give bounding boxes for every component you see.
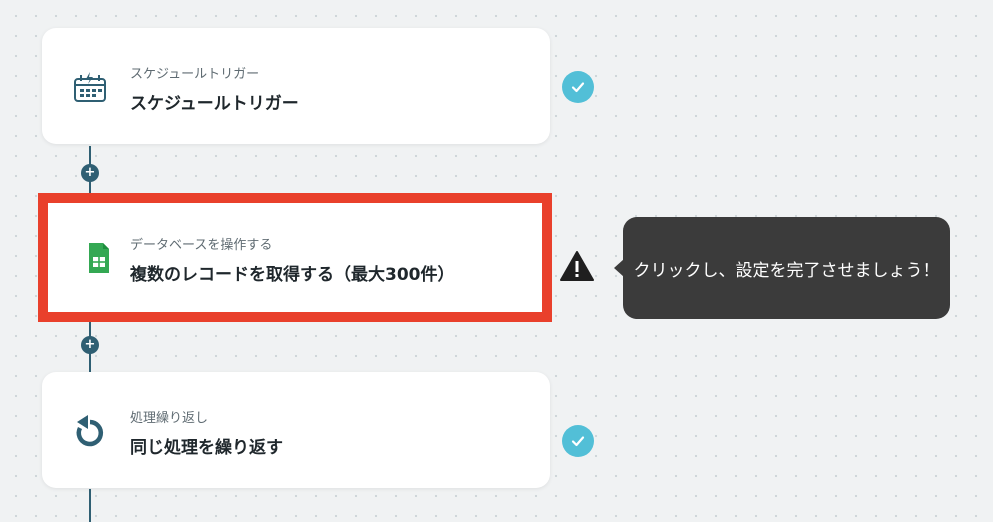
loop-icon [76,415,104,447]
step-subtitle: データベースを操作する [130,238,273,253]
flow-step-schedule-trigger[interactable]: スケジュールトリガー スケジュールトリガー [42,28,550,144]
step-complete-check-icon [562,425,594,457]
flow-step-database-operation[interactable]: データベースを操作する 複数のレコードを取得する（最大300件） [38,193,552,322]
warning-icon [560,251,594,281]
add-step-button[interactable]: + [81,336,99,354]
tooltip-text: クリックし、設定を完了させましょう！ [633,260,940,281]
setup-tooltip: クリックし、設定を完了させましょう！ [614,217,950,319]
step-title: 複数のレコードを取得する（最大300件） [130,265,455,285]
step-complete-check-icon [562,71,594,103]
flow-step-loop[interactable]: 処理繰り返し 同じ処理を繰り返す [42,372,550,488]
google-sheets-icon [89,243,109,273]
step-card-body: データベースを操作する 複数のレコードを取得する（最大300件） [48,203,542,312]
calendar-lightning-icon [74,72,106,102]
flow-connector-line [89,489,91,522]
step-subtitle: 処理繰り返し [130,411,209,426]
step-title: スケジュールトリガー [130,94,299,114]
step-subtitle: スケジュールトリガー [130,67,260,82]
step-title: 同じ処理を繰り返す [130,438,283,458]
add-step-button[interactable]: + [81,164,99,182]
